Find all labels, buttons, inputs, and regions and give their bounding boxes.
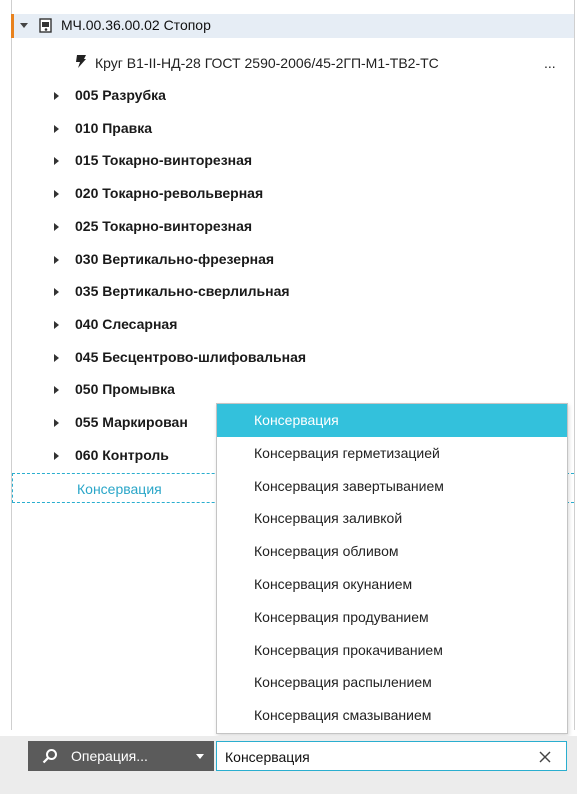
- dropdown-option-label: Консервация смазыванием: [254, 707, 432, 724]
- chevron-down-icon[interactable]: [196, 754, 204, 759]
- expand-caret-icon[interactable]: [54, 288, 59, 297]
- operation-label: 025 Токарно-винторезная: [75, 217, 253, 234]
- operation-row[interactable]: 005 Разрубка: [54, 85, 384, 107]
- dropdown-option-label: Консервация заливкой: [254, 510, 403, 527]
- selection-marker: [11, 14, 14, 38]
- operation-row[interactable]: 015 Токарно-винторезная: [54, 150, 384, 172]
- material-ellipsis: ...: [544, 55, 556, 71]
- dropdown-option[interactable]: Консервация окунанием: [217, 568, 567, 601]
- operation-row[interactable]: 010 Правка: [54, 118, 384, 140]
- expand-caret-icon[interactable]: [54, 92, 59, 100]
- item-type-button[interactable]: Операция...: [28, 741, 214, 771]
- search-icon: [42, 749, 57, 764]
- expand-caret-icon[interactable]: [54, 157, 59, 166]
- operation-row[interactable]: 045 Бесцентрово-шлифовальная: [54, 347, 384, 369]
- autocomplete-dropdown: Консервация Консервация герметизацией Конс…: [216, 403, 568, 734]
- operation-label: 015 Токарно-винторезная: [75, 152, 253, 169]
- dropdown-option-label: Консервация завертыванием: [254, 477, 444, 494]
- dropdown-option-label: Консервация продуванием: [254, 608, 429, 625]
- operation-row[interactable]: 030 Вертикально-фрезерная: [54, 249, 384, 271]
- operation-label: 010 Правка: [75, 119, 153, 136]
- dropdown-option[interactable]: Консервация обливом: [217, 535, 567, 568]
- expand-caret-icon[interactable]: [54, 222, 59, 231]
- tree-root-label: МЧ.00.36.00.02 Стопор: [61, 17, 211, 33]
- material-icon: [76, 55, 86, 68]
- dropdown-option[interactable]: Консервация заливкой: [217, 502, 567, 535]
- expand-caret-icon[interactable]: [54, 190, 59, 199]
- assembly-icon: [39, 18, 52, 33]
- operation-label: 005 Разрубка: [75, 87, 166, 103]
- operation-row[interactable]: 020 Токарно-револьверная: [54, 183, 384, 205]
- operation-label: 060 Контроль: [75, 446, 169, 463]
- dropdown-option-label: Консервация герметизацией: [254, 444, 440, 461]
- dropdown-option[interactable]: Консервация прокачиванием: [217, 634, 567, 667]
- search-input[interactable]: [225, 747, 515, 767]
- dropdown-option[interactable]: Консервация продуванием: [217, 601, 567, 634]
- dropdown-option[interactable]: Консервация распылением: [217, 666, 567, 699]
- panel-left-border: [11, 0, 12, 730]
- new-item-left-edge: [12, 473, 13, 503]
- process-tree-panel: МЧ.00.36.00.02 Стопор Круг В1-II-НД-28 Г…: [0, 0, 577, 794]
- panel-right-border: [574, 0, 575, 730]
- operation-row[interactable]: 025 Токарно-винторезная: [54, 216, 384, 238]
- operation-label: 055 Маркирован: [75, 414, 188, 430]
- dropdown-option-label: Консервация: [254, 412, 339, 428]
- dropdown-option[interactable]: Консервация смазыванием: [217, 699, 567, 732]
- operation-label: 045 Бесцентрово-шлифовальная: [75, 348, 307, 365]
- expand-caret-icon[interactable]: [20, 23, 28, 28]
- expand-caret-icon[interactable]: [54, 124, 59, 133]
- new-item-label[interactable]: Консервация: [77, 481, 162, 497]
- operation-label: 040 Слесарная: [75, 315, 178, 332]
- operation-label: 035 Вертикально-сверлильная: [75, 283, 290, 300]
- operation-label: 030 Вертикально-фрезерная: [75, 250, 275, 267]
- expand-caret-icon[interactable]: [54, 320, 59, 329]
- expand-caret-icon[interactable]: [54, 255, 59, 264]
- dropdown-option-label: Консервация прокачиванием: [254, 641, 443, 658]
- expand-caret-icon[interactable]: [54, 419, 59, 427]
- operation-row[interactable]: 040 Слесарная: [54, 314, 384, 336]
- item-type-label: Операция...: [71, 748, 148, 764]
- expand-caret-icon[interactable]: [54, 353, 59, 362]
- operation-label: 050 Промывка: [75, 381, 175, 398]
- operation-row[interactable]: 035 Вертикально-сверлильная: [54, 281, 384, 303]
- operation-row[interactable]: 050 Промывка: [54, 379, 384, 401]
- dropdown-option[interactable]: Консервация: [217, 404, 567, 437]
- expand-caret-icon[interactable]: [54, 386, 59, 395]
- operation-label: 020 Токарно-револьверная: [75, 185, 264, 202]
- close-icon[interactable]: [537, 749, 553, 765]
- material-label[interactable]: Круг В1-II-НД-28 ГОСТ 2590-2006/45-2ГП-М…: [95, 55, 545, 71]
- dropdown-option-label: Консервация обливом: [254, 543, 399, 560]
- dropdown-option[interactable]: Консервация завертыванием: [217, 470, 567, 503]
- dropdown-option-label: Консервация окунанием: [254, 576, 413, 592]
- dropdown-option[interactable]: Консервация герметизацией: [217, 437, 567, 470]
- dropdown-option-label: Консервация распылением: [254, 674, 432, 691]
- expand-caret-icon[interactable]: [54, 451, 59, 460]
- search-field[interactable]: [216, 741, 567, 771]
